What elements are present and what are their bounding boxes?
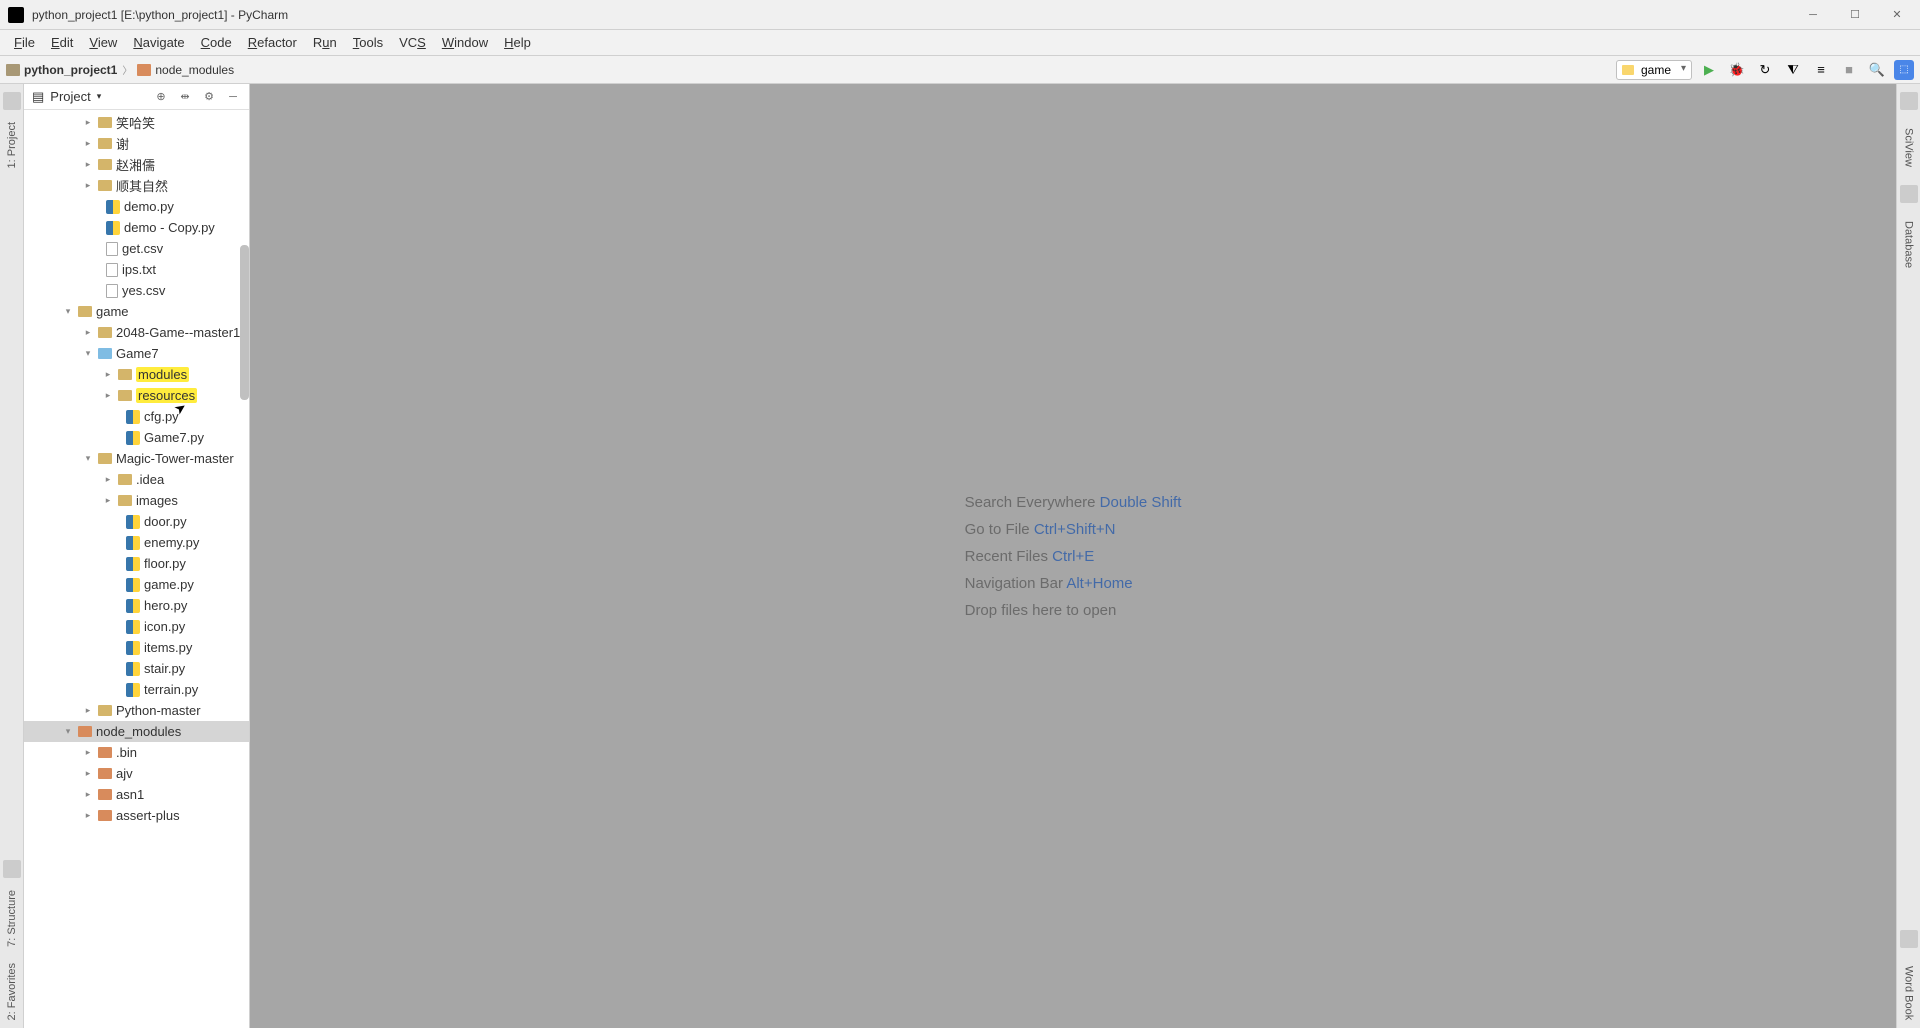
locate-icon[interactable]: ⊕ (153, 89, 169, 105)
tab-database[interactable]: Database (1901, 213, 1917, 276)
close-button[interactable]: ✕ (1882, 5, 1912, 25)
run-button[interactable]: ▶ (1698, 59, 1720, 81)
tree-item-file[interactable]: floor.py (24, 553, 249, 574)
window-title: python_project1 [E:\python_project1] - P… (32, 8, 1798, 22)
project-tool-icon[interactable] (3, 92, 21, 110)
tree-item-folder[interactable]: ▸asn1 (24, 784, 249, 805)
panel-dropdown[interactable]: ▾ (97, 91, 102, 102)
tree-item-folder[interactable]: ▸.bin (24, 742, 249, 763)
tree-scrollbar-thumb[interactable] (240, 245, 249, 400)
menu-view[interactable]: View (81, 32, 125, 53)
tree-item-folder[interactable]: ▸赵湘儒 (24, 154, 249, 175)
window-title-bar: python_project1 [E:\python_project1] - P… (0, 0, 1920, 30)
tree-item-file[interactable]: yes.csv (24, 280, 249, 301)
tree-item-folder[interactable]: ▸顺其自然 (24, 175, 249, 196)
tree-item-folder[interactable]: ▸笑哈笑 (24, 112, 249, 133)
menu-help[interactable]: Help (496, 32, 539, 53)
tree-item-file[interactable]: items.py (24, 637, 249, 658)
concurrency-button[interactable]: ≡ (1810, 59, 1832, 81)
menu-file[interactable]: File (6, 32, 43, 53)
tree-item-file[interactable]: ips.txt (24, 259, 249, 280)
tree-item-folder[interactable]: ▸.idea (24, 469, 249, 490)
panel-title-icon: ▤ (32, 89, 44, 105)
hint-go-to-file: Go to File Ctrl+Shift+N (965, 521, 1182, 538)
tab-project[interactable]: 1: Project (4, 114, 20, 176)
project-panel: ▤ Project ▾ ⊕ ⇹ ⚙ ─ ▸笑哈笑 ▸谢 ▸赵湘儒 ▸顺其自然 d… (24, 84, 250, 1028)
tree-item-folder[interactable]: ▸images (24, 490, 249, 511)
tree-item-file[interactable]: demo - Copy.py (24, 217, 249, 238)
navigation-bar: python_project1 〉 node_modules game ▶ 🐞 … (0, 56, 1920, 84)
menu-refactor[interactable]: Refactor (240, 32, 305, 53)
app-icon (8, 7, 24, 23)
collapse-icon[interactable]: ⇹ (177, 89, 193, 105)
menu-vcs[interactable]: VCS (391, 32, 434, 53)
menu-edit[interactable]: Edit (43, 32, 81, 53)
tab-favorites[interactable]: 2: Favorites (4, 955, 20, 1028)
tree-item-file[interactable]: cfg.py (24, 406, 249, 427)
profile-button[interactable]: ⧨ (1782, 59, 1804, 81)
breadcrumb-node[interactable]: node_modules (137, 63, 234, 77)
tree-item-folder[interactable]: ▾Game7 (24, 343, 249, 364)
run-coverage-button[interactable]: ↻ (1754, 59, 1776, 81)
tree-item-folder[interactable]: ▸resources (24, 385, 249, 406)
tree-item-folder[interactable]: ▸谢 (24, 133, 249, 154)
settings-icon[interactable]: ⚙ (201, 89, 217, 105)
breadcrumb-root[interactable]: python_project1 (6, 63, 117, 77)
sciview-tool-icon[interactable] (1900, 92, 1918, 110)
menu-bar: File Edit View Navigate Code Refactor Ru… (0, 30, 1920, 56)
menu-run[interactable]: Run (305, 32, 345, 53)
tree-item-folder-selected[interactable]: ▾node_modules (24, 721, 249, 742)
hide-icon[interactable]: ─ (225, 89, 241, 105)
structure-tool-icon[interactable] (3, 860, 21, 878)
tree-item-file[interactable]: stair.py (24, 658, 249, 679)
stop-button[interactable]: ■ (1838, 59, 1860, 81)
tree-item-folder[interactable]: ▾Magic-Tower-master (24, 448, 249, 469)
hint-recent-files: Recent Files Ctrl+E (965, 548, 1182, 565)
left-tool-gutter: 1: Project 7: Structure 2: Favorites (0, 84, 24, 1028)
tree-item-folder[interactable]: ▸modules (24, 364, 249, 385)
menu-tools[interactable]: Tools (345, 32, 391, 53)
settings-button[interactable]: ⬚ (1894, 60, 1914, 80)
tree-item-file[interactable]: demo.py (24, 196, 249, 217)
tree-item-folder[interactable]: ▸ajv (24, 763, 249, 784)
run-configuration-selector[interactable]: game (1616, 60, 1692, 80)
tree-item-file[interactable]: terrain.py (24, 679, 249, 700)
project-tree[interactable]: ▸笑哈笑 ▸谢 ▸赵湘儒 ▸顺其自然 demo.py demo - Copy.p… (24, 110, 249, 1028)
menu-code[interactable]: Code (193, 32, 240, 53)
editor-area[interactable]: Search Everywhere Double Shift Go to Fil… (250, 84, 1896, 1028)
tab-wordbook[interactable]: Word Book (1901, 958, 1917, 1028)
tree-item-folder[interactable]: ▸Python-master (24, 700, 249, 721)
tree-item-folder[interactable]: ▾game (24, 301, 249, 322)
folder-icon (137, 64, 151, 76)
tree-item-file[interactable]: icon.py (24, 616, 249, 637)
breadcrumb: python_project1 〉 node_modules (6, 62, 1616, 77)
maximize-button[interactable]: ☐ (1840, 5, 1870, 25)
tab-sciview[interactable]: SciView (1901, 120, 1917, 175)
tree-item-folder[interactable]: ▸assert-plus (24, 805, 249, 826)
minimize-button[interactable]: ─ (1798, 5, 1828, 25)
menu-window[interactable]: Window (434, 32, 496, 53)
debug-button[interactable]: 🐞 (1726, 59, 1748, 81)
menu-navigate[interactable]: Navigate (125, 32, 192, 53)
tree-item-file[interactable]: get.csv (24, 238, 249, 259)
breadcrumb-separator: 〉 (122, 62, 132, 77)
hint-search-everywhere: Search Everywhere Double Shift (965, 494, 1182, 511)
tree-item-file[interactable]: game.py (24, 574, 249, 595)
tree-item-folder[interactable]: ▸2048-Game--master1 (24, 322, 249, 343)
hint-navigation-bar: Navigation Bar Alt+Home (965, 575, 1182, 592)
hint-drop-files: Drop files here to open (965, 602, 1182, 619)
database-tool-icon[interactable] (1900, 185, 1918, 203)
search-everywhere-button[interactable]: 🔍 (1866, 59, 1888, 81)
right-tool-gutter: SciView Database Word Book (1896, 84, 1920, 1028)
panel-title: Project (50, 89, 90, 104)
tree-item-file[interactable]: Game7.py (24, 427, 249, 448)
tab-structure[interactable]: 7: Structure (4, 882, 20, 955)
folder-icon (6, 64, 20, 76)
tree-item-file[interactable]: enemy.py (24, 532, 249, 553)
wordbook-tool-icon[interactable] (1900, 930, 1918, 948)
tree-item-file[interactable]: door.py (24, 511, 249, 532)
tree-item-file[interactable]: hero.py (24, 595, 249, 616)
